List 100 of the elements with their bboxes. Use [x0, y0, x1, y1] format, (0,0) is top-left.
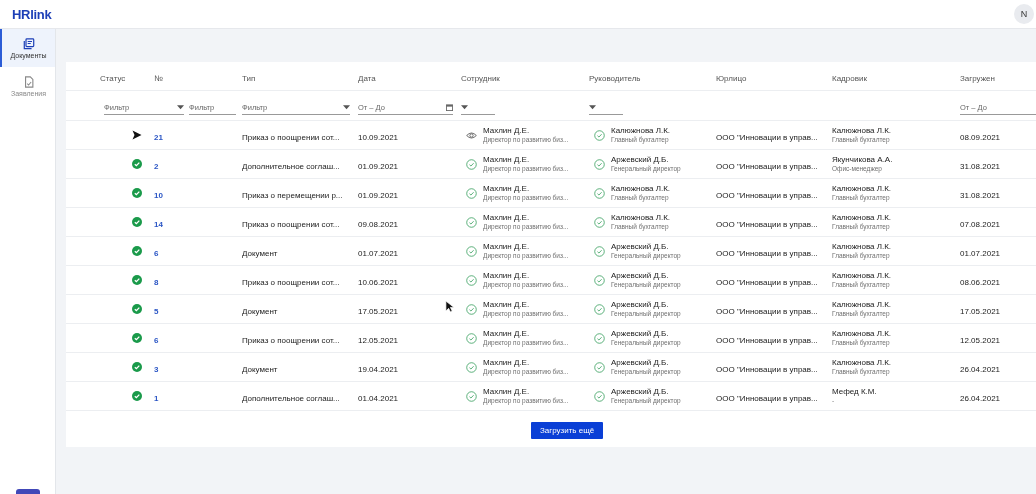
document-type: Приказ о поощрении сот...: [242, 278, 340, 287]
person-name: Махлин Д.Е.: [483, 185, 531, 194]
document-icon: [22, 75, 35, 88]
person-name: Махлин Д.Е.: [483, 359, 531, 368]
legal-entity: ООО "Инновации в управ...: [716, 162, 818, 171]
date-text: 01.07.2021: [960, 249, 1001, 258]
person-name: Махлин Д.Е.: [483, 272, 531, 281]
legal-entity: ООО "Инновации в управ...: [716, 249, 818, 258]
person-name: Махлин Д.Е.: [483, 301, 531, 310]
date-text: 01.09.2021: [358, 191, 399, 200]
legal-entity: ООО "Инновации в управ...: [716, 336, 818, 345]
load-more-button[interactable]: Загрузить ещё: [531, 422, 604, 439]
document-type: Приказ о поощрении сот...: [242, 133, 340, 142]
document-number-link[interactable]: 6: [154, 336, 159, 345]
documents-icon: [22, 37, 35, 50]
calendar-icon: [446, 103, 453, 111]
date-text: 01.07.2021: [358, 249, 399, 258]
column-header[interactable]: Юрлицо: [716, 74, 747, 83]
person-name: Аржевский Д.Б.: [611, 301, 670, 310]
date-text: 10.06.2021: [358, 278, 399, 287]
person-name: Калюжнова Л.К.: [832, 185, 892, 194]
person-name: Калюжнова Л.К.: [832, 243, 892, 252]
document-number-link[interactable]: 14: [154, 220, 163, 229]
person-name: Калюжнова Л.К.: [832, 127, 892, 136]
date-text: 17.05.2021: [960, 307, 1001, 316]
document-type: Приказ о поощрении сот...: [242, 336, 340, 345]
date-text: 08.06.2021: [960, 278, 1001, 287]
legal-entity: ООО "Инновации в управ...: [716, 191, 818, 200]
document-type: Документ: [242, 307, 278, 316]
person-name: Аржевский Д.Б.: [611, 388, 670, 397]
date-text: 01.09.2021: [358, 162, 399, 171]
person-name: Калюжнова Л.К.: [832, 214, 892, 223]
legal-entity: ООО "Инновации в управ...: [716, 394, 818, 403]
document-number-link[interactable]: 8: [154, 278, 159, 287]
date-text: 19.04.2021: [358, 365, 399, 374]
person-name: Махлин Д.Е.: [483, 330, 531, 339]
date-text: 07.08.2021: [960, 220, 1001, 229]
date-text: 10.09.2021: [358, 133, 399, 142]
column-header[interactable]: Статус: [100, 74, 126, 83]
person-name: Калюжнова Л.К.: [611, 214, 671, 223]
person-name: Мефед К.М.: [832, 388, 877, 397]
person-name: Махлин Д.Е.: [483, 388, 531, 397]
document-number-link[interactable]: 3: [154, 365, 159, 374]
person-name: Калюжнова Л.К.: [832, 272, 892, 281]
document-type: Приказ о перемещении р...: [242, 191, 343, 200]
date-text: 26.04.2021: [960, 394, 1001, 403]
caret-icon: [461, 104, 468, 110]
person-name: Калюжнова Л.К.: [832, 330, 892, 339]
column-header[interactable]: Сотрудник: [461, 74, 500, 83]
caret-icon: [343, 104, 350, 110]
date-text: 01.04.2021: [358, 394, 399, 403]
person-name: Махлин Д.Е.: [483, 243, 531, 252]
person-name: Махлин Д.Е.: [483, 214, 531, 223]
document-number-link[interactable]: 21: [154, 133, 163, 142]
column-header[interactable]: №: [154, 74, 163, 83]
document-type: Документ: [242, 249, 278, 258]
document-number-link[interactable]: 5: [154, 307, 159, 316]
column-header[interactable]: Тип: [242, 74, 256, 83]
person-name: Калюжнова Л.К.: [832, 301, 892, 310]
person-name: Якунчикова А.А.: [832, 156, 893, 165]
date-text: 26.04.2021: [960, 365, 1001, 374]
date-text: 12.05.2021: [960, 336, 1001, 345]
caret-icon: [589, 104, 596, 110]
document-type: Документ: [242, 365, 278, 374]
legal-entity: ООО "Инновации в управ...: [716, 278, 818, 287]
document-type: Дополнительное соглаш...: [242, 394, 340, 403]
person-name: Аржевский Д.Б.: [611, 243, 670, 252]
caret-icon: [177, 104, 184, 110]
document-number-link[interactable]: 6: [154, 249, 159, 258]
cursor-icon: [445, 300, 454, 313]
person-name: Калюжнова Л.К.: [611, 127, 671, 136]
date-text: 08.09.2021: [960, 133, 1001, 142]
document-number-link[interactable]: 10: [154, 191, 163, 200]
person-name: Аржевский Д.Б.: [611, 330, 670, 339]
logo[interactable]: HRlink: [12, 6, 52, 22]
legal-entity: ООО "Инновации в управ...: [716, 365, 818, 374]
date-text: 09.08.2021: [358, 220, 399, 229]
person-name: Аржевский Д.Б.: [611, 359, 670, 368]
date-text: 31.08.2021: [960, 191, 1001, 200]
document-type: Дополнительное соглаш...: [242, 162, 340, 171]
person-name: Аржевский Д.Б.: [611, 156, 670, 165]
legal-entity: ООО "Инновации в управ...: [716, 133, 818, 142]
date-text: 12.05.2021: [358, 336, 399, 345]
date-text: 17.05.2021: [358, 307, 399, 316]
legal-entity: ООО "Инновации в управ...: [716, 307, 818, 316]
document-type: Приказ о поощрении сот...: [242, 220, 340, 229]
avatar[interactable]: N: [1014, 4, 1034, 24]
person-name: Калюжнова Л.К.: [832, 359, 892, 368]
person-name: Махлин Д.Е.: [483, 127, 531, 136]
person-name: Калюжнова Л.К.: [611, 185, 671, 194]
column-header[interactable]: Загружен: [960, 74, 995, 83]
column-header[interactable]: Дата: [358, 74, 376, 83]
person-name: Махлин Д.Е.: [483, 156, 531, 165]
date-text: 31.08.2021: [960, 162, 1001, 171]
document-number-link[interactable]: 1: [154, 394, 159, 403]
document-number-link[interactable]: 2: [154, 162, 159, 171]
column-header[interactable]: Руководитель: [589, 74, 641, 83]
person-name: Аржевский Д.Б.: [611, 272, 670, 281]
legal-entity: ООО "Инновации в управ...: [716, 220, 818, 229]
column-header[interactable]: Кадровик: [832, 74, 867, 83]
